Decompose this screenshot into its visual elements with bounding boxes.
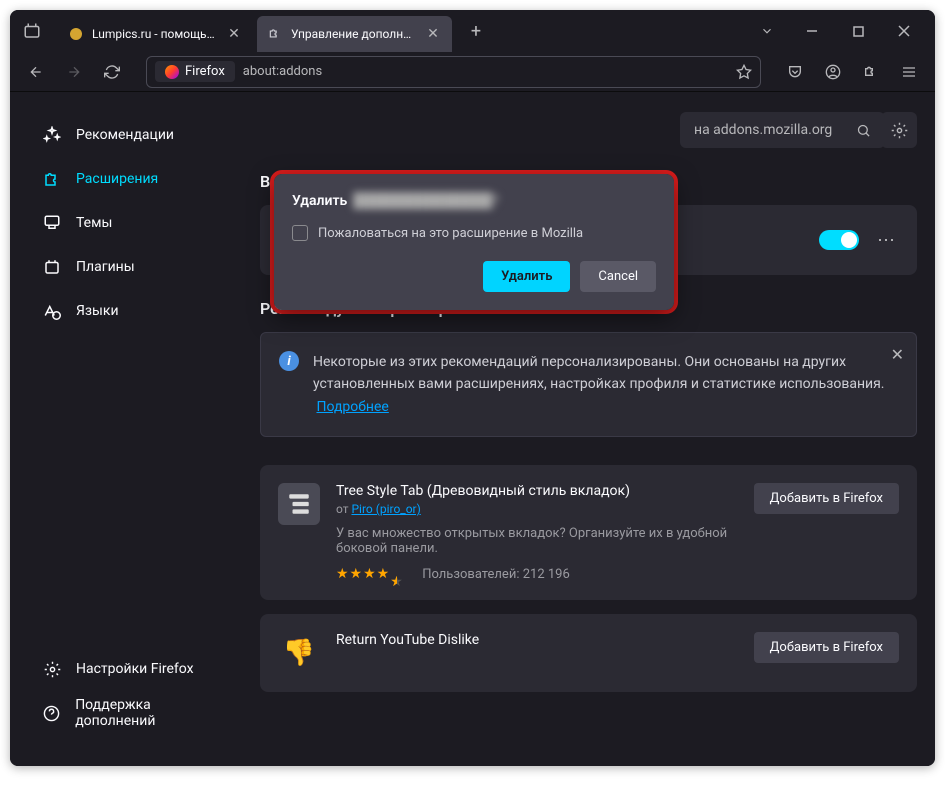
- titlebar: Lumpics.ru - помощь с компь ✕ Управление…: [10, 10, 935, 52]
- extension-menu-button[interactable]: ⋯: [873, 226, 901, 255]
- sparkle-icon: [42, 125, 62, 145]
- account-icon[interactable]: [817, 56, 849, 88]
- author-link[interactable]: Piro (piro_or): [351, 502, 420, 516]
- sidebar-item-themes[interactable]: Темы: [20, 202, 250, 244]
- maximize-button[interactable]: [835, 15, 881, 47]
- minimize-button[interactable]: [789, 15, 835, 47]
- sidebar-item-addon-support[interactable]: Поддержка дополнений: [20, 692, 250, 734]
- search-addons-input[interactable]: на addons.mozilla.org: [680, 112, 885, 148]
- sidebar-item-firefox-settings[interactable]: Настройки Firefox: [20, 648, 250, 690]
- help-icon: [42, 703, 61, 723]
- urlbar-identity: Firefox: [155, 61, 235, 82]
- addons-settings-button[interactable]: [881, 112, 917, 148]
- urlbar-path: about:addons: [243, 64, 728, 79]
- sidebar-item-label: Плагины: [76, 259, 135, 275]
- recommendation-title: Tree Style Tab (Древовидный стиль вкладо…: [336, 483, 738, 499]
- sidebar-item-plugins[interactable]: Плагины: [20, 246, 250, 288]
- close-window-button[interactable]: [881, 15, 927, 47]
- sidebar-item-label: Расширения: [76, 171, 158, 187]
- search-placeholder: на addons.mozilla.org: [694, 122, 832, 138]
- language-icon: [42, 301, 62, 321]
- sidebar-item-languages[interactable]: Языки: [20, 290, 250, 332]
- recent-tabs-icon[interactable]: [18, 17, 46, 45]
- urlbar-prefix-text: Firefox: [185, 64, 225, 79]
- tab-addons[interactable]: Управление дополнениями ✕: [257, 16, 452, 52]
- confirm-remove-button[interactable]: Удалить: [483, 261, 570, 292]
- report-checkbox[interactable]: [292, 225, 308, 241]
- sidebar: Рекомендации Расширения Темы Плагины Язы…: [10, 92, 260, 766]
- extension-toggle[interactable]: [819, 230, 859, 250]
- pocket-icon[interactable]: [779, 56, 811, 88]
- tab-title: Lumpics.ru - помощь с компь: [92, 27, 217, 41]
- star-rating: ★★★★★★: [336, 566, 404, 582]
- sidebar-item-extensions[interactable]: Расширения: [20, 158, 250, 200]
- recommendation-card-youtube-dislike: 👎 Return YouTube Dislike Добавить в Fire…: [260, 614, 917, 692]
- cancel-button[interactable]: Cancel: [580, 261, 656, 292]
- remove-dialog: Удалить ██████████████? Пожаловаться на …: [270, 170, 678, 314]
- plugin-icon: [42, 257, 62, 277]
- tabs-dropdown-button[interactable]: [749, 15, 785, 47]
- recommendation-author: от Piro (piro_or): [336, 502, 738, 516]
- puzzle-icon: [267, 26, 283, 42]
- puzzle-icon: [42, 169, 62, 189]
- dialog-title: Удалить ██████████████?: [292, 192, 656, 209]
- gear-icon: [42, 659, 62, 679]
- info-banner: i Некоторые из этих рекомендаций персона…: [260, 332, 917, 437]
- add-to-firefox-button[interactable]: Добавить в Firefox: [754, 483, 899, 514]
- info-learn-more-link[interactable]: Подробнее: [316, 399, 388, 415]
- close-icon[interactable]: ✕: [424, 25, 442, 43]
- reload-button[interactable]: [96, 56, 128, 88]
- recommendation-desc: У вас множество открытых вкладок? Органи…: [336, 526, 738, 556]
- forward-button[interactable]: [58, 56, 90, 88]
- brush-icon: [42, 213, 62, 233]
- add-to-firefox-button[interactable]: Добавить в Firefox: [754, 632, 899, 663]
- info-icon: i: [279, 351, 299, 371]
- sidebar-item-label: Поддержка дополнений: [75, 697, 228, 729]
- info-banner-text: Некоторые из этих рекомендаций персонали…: [313, 351, 898, 418]
- extensions-icon[interactable]: [855, 56, 887, 88]
- tab-title: Управление дополнениями: [291, 27, 416, 41]
- sidebar-item-recommendations[interactable]: Рекомендации: [20, 114, 250, 156]
- sidebar-item-label: Темы: [76, 215, 112, 231]
- new-tab-button[interactable]: +: [462, 17, 490, 45]
- bookmark-star-icon[interactable]: [736, 64, 752, 80]
- url-bar[interactable]: Firefox about:addons: [146, 56, 761, 88]
- back-button[interactable]: [20, 56, 52, 88]
- toolbar: Firefox about:addons: [10, 52, 935, 92]
- user-count: Пользователей: 212 196: [422, 567, 570, 582]
- sidebar-item-label: Языки: [76, 303, 119, 319]
- checkbox-label: Пожаловаться на это расширение в Mozilla: [318, 226, 583, 241]
- menu-icon[interactable]: [893, 56, 925, 88]
- addon-icon: 👎: [278, 632, 320, 674]
- close-icon[interactable]: ✕: [225, 25, 243, 43]
- recommendation-title: Return YouTube Dislike: [336, 632, 738, 648]
- addon-icon: [278, 483, 320, 525]
- sidebar-item-label: Рекомендации: [76, 127, 174, 143]
- recommendation-card-treestyletab: Tree Style Tab (Древовидный стиль вкладо…: [260, 465, 917, 600]
- search-icon: [856, 123, 871, 138]
- favicon-icon: [68, 26, 84, 42]
- tab-lumpics[interactable]: Lumpics.ru - помощь с компь ✕: [58, 16, 253, 52]
- firefox-logo-icon: [165, 65, 179, 79]
- close-icon[interactable]: ✕: [891, 345, 904, 364]
- sidebar-item-label: Настройки Firefox: [76, 661, 194, 677]
